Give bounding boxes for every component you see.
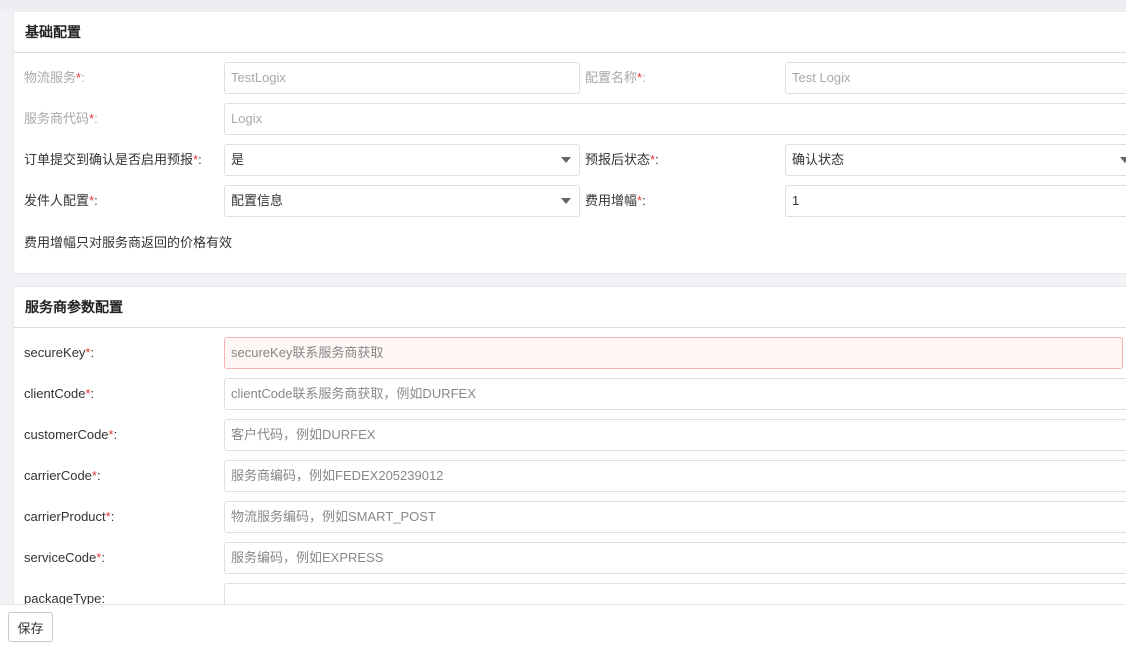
config-name-label: 配置名称*: — [585, 70, 646, 85]
prereport-select-value: 是 — [231, 152, 245, 167]
securekey-placeholder: secureKey联系服务商获取 — [231, 345, 384, 360]
after-status-select[interactable]: 确认状态 — [785, 144, 1126, 176]
provider-code-label: 服务商代码*: — [24, 111, 98, 126]
prereport-label: 订单提交到确认是否启用预报*: — [24, 152, 202, 167]
config-name-field: Test Logix — [785, 62, 1126, 94]
servicecode-placeholder: 服务编码，例如EXPRESS — [231, 550, 384, 565]
customercode-placeholder: 客户代码，例如DURFEX — [231, 427, 376, 442]
sender-config-label: 发件人配置*: — [24, 193, 98, 208]
save-button[interactable]: 保存 — [8, 612, 53, 642]
logistics-service-label: 物流服务*: — [24, 70, 85, 85]
fee-increase-input[interactable]: 1 — [785, 185, 1126, 217]
sender-config-select-value: 配置信息 — [231, 193, 284, 208]
servicecode-input[interactable]: 服务编码，例如EXPRESS — [224, 542, 1126, 574]
securekey-input[interactable]: secureKey联系服务商获取 — [224, 337, 1123, 369]
customercode-input[interactable]: 客户代码，例如DURFEX — [224, 419, 1126, 451]
fee-increase-note: 费用增幅只对服务商返回的价格有效 — [24, 235, 233, 250]
prereport-select[interactable]: 是 — [224, 144, 580, 176]
after-status-select-value: 确认状态 — [792, 152, 845, 167]
chevron-down-icon — [1120, 157, 1126, 163]
customercode-label: customerCode*: — [24, 427, 118, 442]
after-status-label: 预报后状态*: — [585, 152, 659, 167]
carriercode-placeholder: 服务商编码，例如FEDEX205239012 — [231, 468, 444, 483]
carrierproduct-input[interactable]: 物流服务编码，例如SMART_POST — [224, 501, 1126, 533]
carriercode-label: carrierCode*: — [24, 468, 101, 483]
carriercode-input[interactable]: 服务商编码，例如FEDEX205239012 — [224, 460, 1126, 492]
provider-code-field: Logix — [224, 103, 1126, 135]
carrierproduct-label: carrierProduct*: — [24, 509, 115, 524]
clientcode-placeholder: clientCode联系服务商获取，例如DURFEX — [231, 386, 476, 401]
securekey-label: secureKey*: — [24, 345, 95, 360]
servicecode-label: serviceCode*: — [24, 550, 105, 565]
chevron-down-icon — [561, 157, 571, 163]
chevron-down-icon — [561, 198, 571, 204]
fee-increase-label: 费用增幅*: — [585, 193, 646, 208]
logistics-service-field: TestLogix — [224, 62, 580, 94]
basic-config-title: 基础配置 — [14, 12, 1126, 53]
clientcode-label: clientCode*: — [24, 386, 95, 401]
top-strip — [0, 0, 1126, 10]
carrierproduct-placeholder: 物流服务编码，例如SMART_POST — [231, 509, 436, 524]
clientcode-input[interactable]: clientCode联系服务商获取，例如DURFEX — [224, 378, 1126, 410]
footer-bar: 保存 — [0, 604, 1126, 647]
sender-config-select[interactable]: 配置信息 — [224, 185, 580, 217]
provider-config-title: 服务商参数配置 — [14, 287, 1126, 328]
